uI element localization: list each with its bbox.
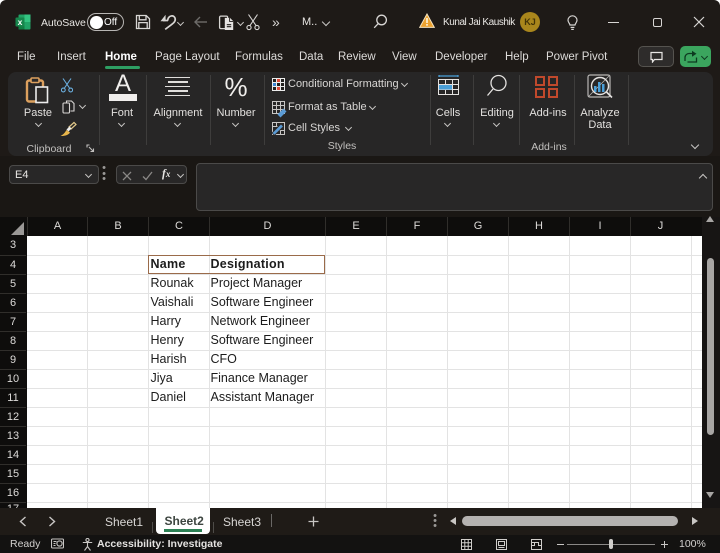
svg-text:x: x [18,17,23,27]
